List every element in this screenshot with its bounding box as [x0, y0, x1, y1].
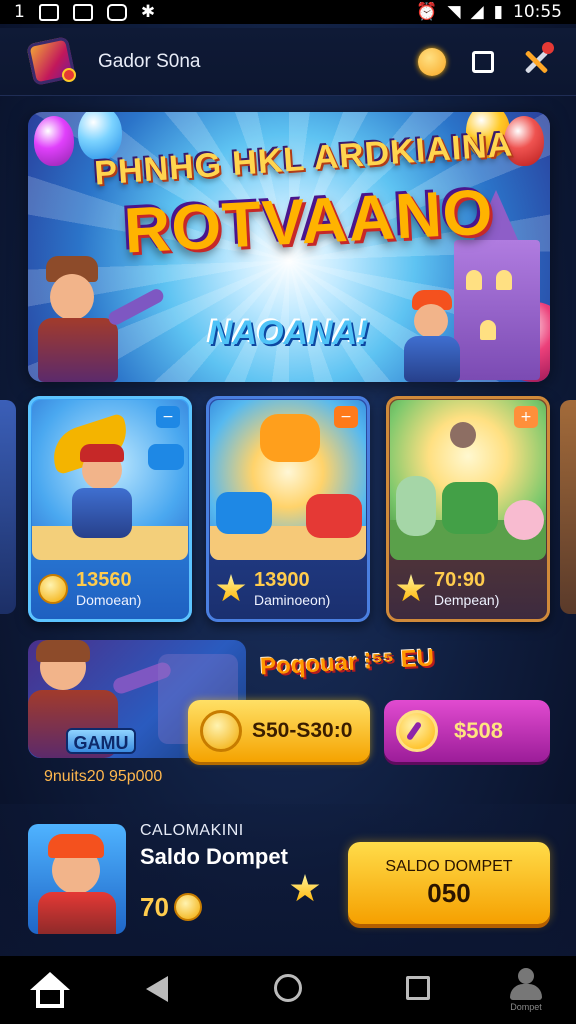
promo-footer-text: 9nuits20 95p000: [44, 768, 163, 785]
edit-coin-icon: [396, 710, 438, 752]
sim-icon: [72, 3, 93, 21]
back-icon[interactable]: [146, 976, 168, 1002]
coin-icon: [200, 710, 242, 752]
promo-thumb-label: GAMU: [66, 728, 136, 754]
wallet-caption: CALOMAKINI: [140, 822, 244, 839]
balloon-decoration: [34, 116, 74, 166]
profile-label: Dompet: [510, 1002, 542, 1012]
app-icon: [106, 3, 127, 21]
edge-card-left[interactable]: [0, 400, 16, 614]
builder-character: [398, 290, 468, 382]
wallet-name: Saldo Dompet: [140, 844, 288, 869]
card-label: Daminoeon): [254, 592, 331, 608]
coin-balance-button[interactable]: [418, 47, 446, 76]
coin-reward-button[interactable]: S50-S30:0: [188, 700, 370, 762]
game-card[interactable]: + 70:90 Dempean): [386, 396, 550, 622]
app-title: Gador S0na: [98, 50, 201, 72]
card-number: 70:90: [434, 569, 486, 591]
saldo-button-label: SALDO DOMPET: [385, 857, 513, 875]
app-logo-icon[interactable]: [24, 34, 80, 90]
home-icon[interactable]: [30, 972, 70, 1010]
promo-section: GAMU Poqouar ⁝⁵⁵ EU S50-S30:0 $508 9nuit…: [28, 640, 550, 800]
card-badge: +: [514, 406, 538, 428]
alarm-icon: ⏰: [416, 2, 438, 22]
star-icon: [216, 574, 246, 602]
game-card-carousel[interactable]: − 13560 Domoean) − 13900 Daminoeon) + 70…: [0, 396, 576, 622]
price-label: $508: [454, 718, 503, 743]
coin-reward-label: S50-S30:0: [252, 719, 353, 742]
card-number: 13900: [254, 569, 310, 591]
coin-icon: [418, 47, 446, 76]
signal-icon: ◢: [470, 2, 484, 22]
star-icon: [396, 574, 426, 602]
worker-character: [36, 252, 166, 382]
home-circle-icon[interactable]: [274, 974, 302, 1002]
player-avatar[interactable]: [28, 824, 126, 934]
recents-icon[interactable]: [406, 976, 430, 1000]
coin-arrow-icon: [38, 574, 68, 604]
wallet-amount: 70: [140, 892, 169, 922]
profile-icon[interactable]: Dompet: [506, 968, 546, 1012]
star-icon: [290, 874, 320, 902]
saldo-button-value: 050: [427, 877, 471, 908]
card-label: Dempean): [434, 592, 500, 608]
gallery-icon: [38, 3, 59, 21]
card-number: 13560: [76, 569, 132, 591]
app-header: Gador S0na: [0, 28, 576, 96]
saldo-dompet-button[interactable]: SALDO DOMPET 050: [348, 842, 550, 924]
square-icon[interactable]: [472, 50, 494, 73]
notification-badge: [542, 41, 554, 54]
coin-icon: [174, 893, 202, 921]
card-badge: −: [156, 406, 180, 428]
price-button[interactable]: $508: [384, 700, 550, 762]
status-left-text: 1: [14, 2, 25, 22]
status-time: 10:55: [513, 2, 562, 22]
battery-icon: ▮: [493, 2, 503, 22]
bluetooth-icon: ✱: [140, 2, 156, 22]
tools-icon[interactable]: [520, 41, 554, 78]
card-badge: −: [334, 406, 358, 428]
status-bar: 1 ✱ ⏰ ◥ ◢ ▮ 10:55: [0, 0, 576, 24]
edge-card-right[interactable]: [560, 400, 576, 614]
game-card[interactable]: − 13560 Domoean): [28, 396, 192, 622]
hero-banner[interactable]: PHNHG HKL ARDKIAINA ROTVAANO NAOANA!: [28, 112, 550, 382]
navigation-bar: Dompet: [0, 956, 576, 1024]
promo-title: Poqouar ⁝⁵⁵ EU: [259, 644, 435, 681]
game-card[interactable]: − 13900 Daminoeon): [206, 396, 370, 622]
wallet-panel: CALOMAKINI Saldo Dompet 70 SALDO DOMPET …: [0, 804, 576, 956]
wifi-icon: ◥: [447, 2, 461, 22]
card-label: Domoean): [76, 592, 142, 608]
hero-tagline: NAOANA!: [208, 314, 369, 352]
